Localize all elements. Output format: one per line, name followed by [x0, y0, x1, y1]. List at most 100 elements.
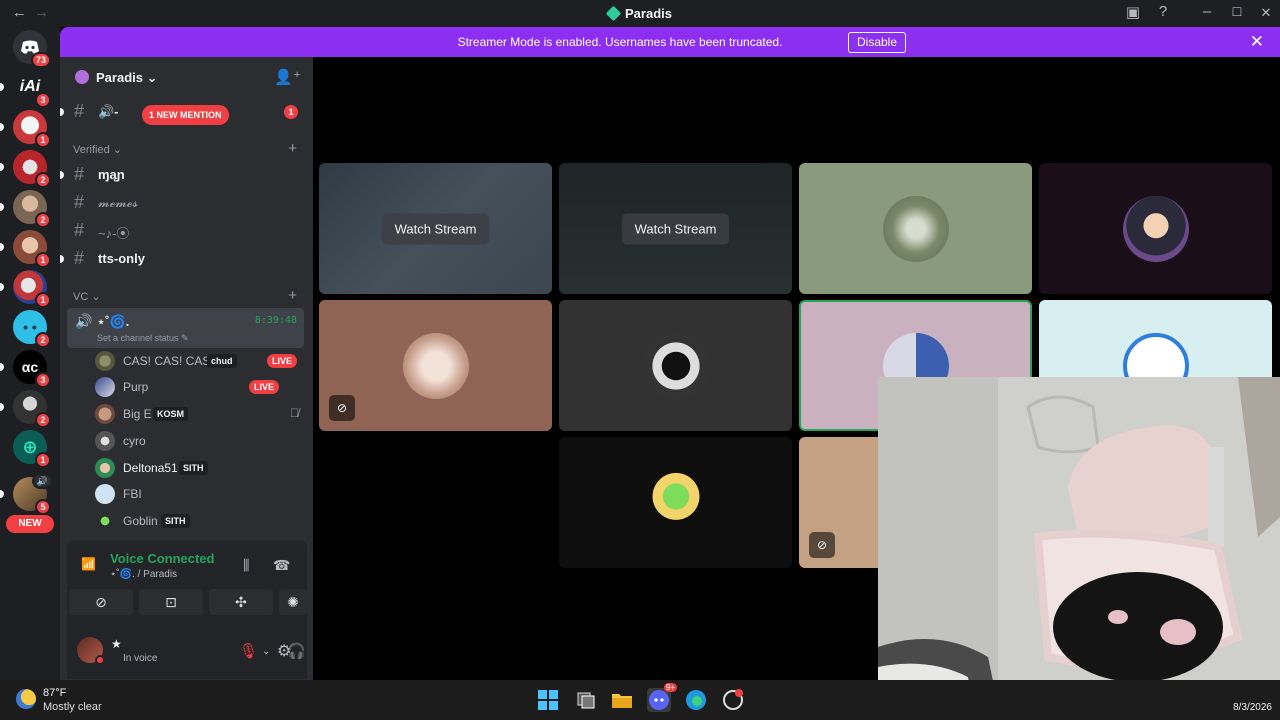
user-name: ★	[111, 637, 122, 651]
start-button[interactable]	[536, 688, 560, 712]
mic-muted-icon[interactable]: 🎙	[239, 642, 258, 660]
unread-pip	[0, 123, 4, 131]
server-icon[interactable]: 1	[0, 110, 51, 148]
hash-icon: #	[74, 192, 85, 212]
channel-item[interactable]: # ɱąɲ	[60, 163, 304, 187]
voice-channel-active[interactable]: 🔊 ⋆˚🌀. 8:39:48 Set a channel status ✎	[67, 308, 304, 348]
weather-condition[interactable]: Mostly clear	[43, 701, 102, 713]
disable-button[interactable]: Disable	[848, 32, 907, 53]
channel-label: ~♪-⦿	[98, 226, 130, 241]
close-icon[interactable]: ✕	[1250, 32, 1264, 52]
new-unreads-pill[interactable]: NEW	[6, 515, 54, 533]
edge-browser-icon[interactable]	[684, 688, 708, 712]
add-member-icon[interactable]: 👤⁺	[274, 68, 301, 86]
unread-pip	[0, 243, 4, 251]
dnd-status-icon	[95, 655, 105, 665]
server-rail: 73 iAi 3 1 2 2 1 1 • • 2 αc 3 2 ⊕ 1 🔊 5 …	[0, 27, 60, 680]
category-verified[interactable]: Verified ⌄	[73, 143, 122, 156]
participant-tile[interactable]	[799, 163, 1032, 294]
mention-badge: 1	[35, 252, 51, 268]
server-ac[interactable]: αc 3	[0, 350, 51, 388]
avatar	[95, 351, 115, 371]
soundboard-button[interactable]: ✺	[279, 589, 307, 615]
server-icon[interactable]: 2	[0, 190, 51, 228]
guild-header[interactable]: Paradis ⌄ 👤⁺	[60, 57, 313, 97]
participant-tile[interactable]: ⊘	[319, 300, 552, 431]
chevron-down-icon[interactable]: ⌄	[262, 646, 270, 657]
mention-badge: 2	[35, 412, 51, 428]
participant-tile[interactable]	[559, 437, 792, 568]
mention-badge: 5	[35, 499, 51, 515]
server-icon[interactable]: 2	[0, 150, 51, 188]
weather-icon[interactable]	[16, 689, 36, 709]
share-screen-button[interactable]: ⊡	[139, 589, 203, 615]
guild-name: Paradis ⌄	[96, 70, 158, 85]
channel-status-input[interactable]: Set a channel status ✎	[97, 333, 189, 344]
server-icon[interactable]: 1	[0, 270, 51, 308]
camera-off-icon: ⊘	[95, 593, 107, 610]
add-channel-icon[interactable]: +	[288, 140, 297, 157]
mention-badge: 2	[35, 172, 51, 188]
voice-status-title[interactable]: Voice Connected	[110, 551, 215, 566]
channel-item[interactable]: # 𝓶𝓮𝓶𝓮𝓼	[68, 191, 304, 215]
noise-suppression-icon[interactable]: ⫼	[243, 557, 249, 574]
unread-pip	[0, 163, 4, 171]
inbox-icon[interactable]: ▣	[1123, 3, 1143, 21]
role-tag: chud	[207, 354, 237, 368]
server-icon[interactable]: 1	[0, 230, 51, 268]
user-panel: ★ In voice 🎙 ⌄ 🎧	[67, 625, 307, 679]
window-title-text: Paradis	[625, 6, 672, 21]
task-view-icon[interactable]	[574, 688, 598, 712]
minimize-icon[interactable]: –	[1197, 3, 1217, 20]
unread-pip	[0, 83, 4, 91]
file-explorer-icon[interactable]	[610, 688, 634, 712]
speaker-icon: 🔊	[31, 473, 53, 489]
voice-user[interactable]: Goblin SITH	[95, 509, 305, 533]
category-vc[interactable]: VC ⌄	[73, 290, 101, 303]
server-icon[interactable]: 2	[0, 390, 51, 428]
hash-icon: #	[74, 248, 85, 268]
close-window-icon[interactable]: ✕	[1256, 5, 1276, 21]
taskbar: 87°F Mostly clear 9+ 8/3/2026	[0, 680, 1280, 720]
watch-stream-button[interactable]: Watch Stream	[381, 213, 490, 244]
camera-off-button[interactable]: ⊘	[69, 589, 133, 615]
channel-item[interactable]: # tts-only	[60, 247, 304, 271]
activities-icon: ✣	[235, 593, 247, 610]
stream-tile[interactable]: Watch Stream	[559, 163, 792, 294]
voice-user[interactable]: FBI	[95, 482, 305, 506]
help-icon[interactable]: ?	[1153, 3, 1173, 20]
server-icon[interactable]: 🔊 5	[0, 473, 53, 515]
server-icon[interactable]: ⊕ 1	[13, 430, 51, 468]
settings-gear-icon[interactable]: ⚙	[277, 641, 291, 661]
channel-item[interactable]: # ~♪-⦿	[68, 219, 304, 243]
activities-button[interactable]: ✣	[209, 589, 273, 615]
watch-stream-button[interactable]: Watch Stream	[621, 213, 730, 244]
participant-tile[interactable]	[559, 300, 792, 431]
mention-badge: 1	[35, 452, 51, 468]
new-mention-pill[interactable]: 1 NEW MENTION	[142, 105, 229, 125]
clock-date[interactable]: 8/3/2026	[1233, 702, 1272, 713]
voice-user[interactable]: Purp LIVE	[95, 375, 305, 399]
voice-user-name: Purp	[123, 380, 149, 394]
maximize-icon[interactable]: ☐	[1227, 5, 1247, 19]
unread-pip	[0, 283, 4, 291]
avatar	[95, 511, 115, 531]
voice-user[interactable]: cyro	[95, 429, 305, 453]
discord-taskbar-icon[interactable]: 9+	[647, 683, 677, 712]
stream-tile[interactable]: Watch Stream	[319, 163, 552, 294]
participant-tile[interactable]	[1039, 163, 1272, 294]
signal-icon[interactable]: 📶	[81, 557, 96, 571]
server-iai[interactable]: iAi 3	[0, 70, 51, 108]
weather-temp[interactable]: 87°F	[43, 687, 66, 699]
app-taskbar-icon[interactable]	[721, 688, 745, 712]
voice-channel-name: ⋆˚🌀.	[97, 314, 130, 329]
add-channel-icon[interactable]: +	[288, 287, 297, 304]
server-icon[interactable]: • • 2	[13, 310, 51, 348]
muted-mic-icon: ⊘	[329, 395, 355, 421]
voice-user[interactable]: Big E KOSM 🎙̸	[95, 402, 305, 426]
camera-overlay[interactable]	[878, 377, 1280, 705]
voice-user[interactable]: Deltona51 SITH	[95, 456, 305, 480]
disconnect-icon[interactable]: ☎	[273, 557, 290, 574]
voice-user[interactable]: CAS! CAS! CAS! chud LIVE	[95, 349, 305, 373]
home-button[interactable]: 73	[13, 30, 51, 68]
